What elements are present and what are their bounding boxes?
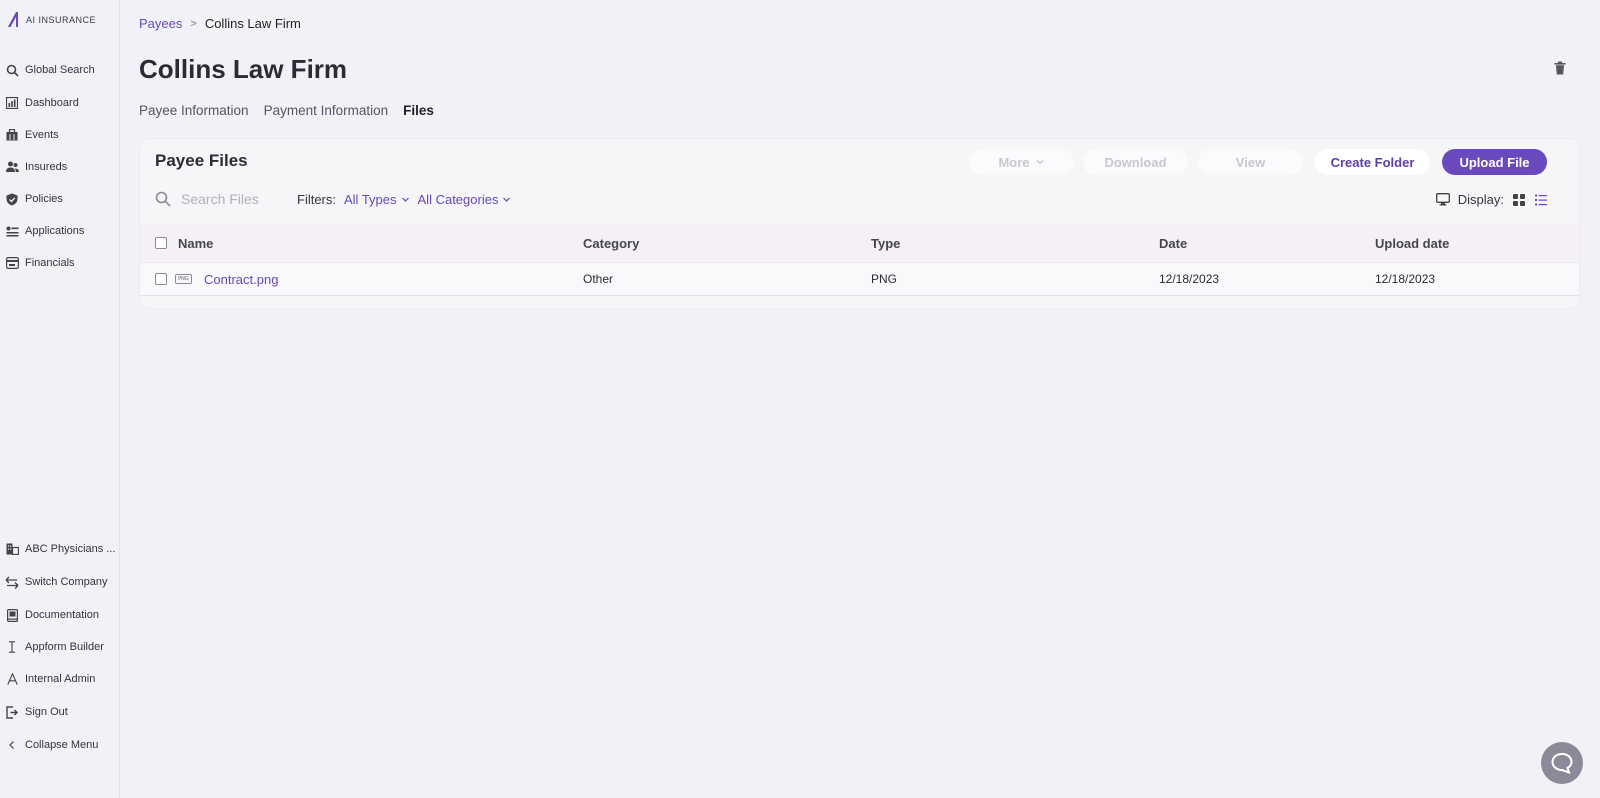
sidebar-item-label: Financials bbox=[25, 257, 75, 269]
book-icon bbox=[5, 608, 19, 622]
applications-icon bbox=[5, 224, 19, 238]
download-button[interactable]: Download bbox=[1083, 149, 1188, 175]
column-header-date[interactable]: Date bbox=[1159, 236, 1187, 251]
sidebar-item-label: ABC Physicians ... bbox=[25, 543, 116, 555]
search-icon bbox=[5, 63, 19, 77]
sidebar-item-global-search[interactable]: Global Search bbox=[0, 58, 119, 82]
display-label: Display: bbox=[1457, 192, 1504, 207]
file-category: Other bbox=[583, 272, 614, 286]
breadcrumb-separator: > bbox=[190, 17, 197, 30]
tab-files[interactable]: Files bbox=[403, 103, 434, 118]
sidebar-item-dashboard[interactable]: Dashboard bbox=[0, 91, 119, 115]
sidebar-item-documentation[interactable]: Documentation bbox=[0, 603, 119, 627]
column-header-type[interactable]: Type bbox=[871, 236, 900, 251]
display-toggle: Display: bbox=[1435, 192, 1548, 207]
app-logo[interactable]: AI INSURANCE bbox=[6, 11, 96, 28]
shield-icon bbox=[5, 192, 19, 206]
sidebar-item-label: Collapse Menu bbox=[25, 739, 99, 751]
sidebar-item-events[interactable]: Events bbox=[0, 123, 119, 147]
page-title: Collins Law Firm bbox=[139, 54, 348, 84]
chevron-down-icon bbox=[1036, 160, 1043, 165]
png-file-icon: PNG bbox=[175, 274, 192, 284]
breadcrumb-link-payees[interactable]: Payees bbox=[139, 16, 182, 31]
grid-view-icon[interactable] bbox=[1512, 193, 1526, 207]
sidebar-item-internal-admin[interactable]: Internal Admin bbox=[0, 667, 119, 691]
file-name-link[interactable]: Contract.png bbox=[204, 272, 278, 287]
tab-bar: Payee Information Payment Information Fi… bbox=[139, 103, 434, 118]
sidebar-item-label: Appform Builder bbox=[25, 641, 104, 653]
tab-payee-information[interactable]: Payee Information bbox=[139, 103, 249, 118]
monitor-icon bbox=[1435, 193, 1450, 206]
sidebar-item-insureds[interactable]: Insureds bbox=[0, 155, 119, 179]
sidebar-item-label: Global Search bbox=[25, 64, 95, 76]
more-button[interactable]: More bbox=[969, 149, 1074, 175]
search-icon bbox=[155, 191, 171, 207]
sidebar: AI INSURANCE Global Search Dashboard Eve… bbox=[0, 0, 120, 798]
sign-out-icon bbox=[5, 705, 19, 719]
chevron-down-icon bbox=[503, 197, 511, 202]
chat-icon bbox=[1551, 752, 1573, 774]
file-date: 12/18/2023 bbox=[1159, 272, 1220, 286]
create-folder-button[interactable]: Create Folder bbox=[1315, 149, 1430, 175]
sidebar-item-policies[interactable]: Policies bbox=[0, 187, 119, 211]
insureds-icon bbox=[5, 160, 19, 174]
sidebar-item-switch-company[interactable]: Switch Company bbox=[0, 570, 119, 594]
trash-icon[interactable] bbox=[1553, 61, 1567, 75]
sidebar-item-label: Sign Out bbox=[25, 706, 68, 718]
filters: Filters: All Types All Categories bbox=[297, 192, 511, 207]
chat-button[interactable] bbox=[1541, 742, 1583, 784]
sidebar-item-label: Documentation bbox=[25, 609, 99, 621]
select-all-checkbox[interactable] bbox=[155, 237, 167, 249]
filter-categories-dropdown[interactable]: All Categories bbox=[418, 192, 512, 207]
breadcrumb: Payees > Collins Law Firm bbox=[139, 16, 301, 31]
sidebar-item-appform-builder[interactable]: Appform Builder bbox=[0, 635, 119, 659]
sidebar-item-financials[interactable]: Financials bbox=[0, 251, 119, 275]
search-box[interactable] bbox=[155, 191, 281, 207]
sidebar-item-label: Insureds bbox=[25, 161, 68, 173]
breadcrumb-current: Collins Law Firm bbox=[204, 16, 301, 31]
sidebar-item-company[interactable]: ABC Physicians ... bbox=[0, 537, 119, 561]
list-view-icon[interactable] bbox=[1534, 193, 1548, 207]
filter-types-dropdown[interactable]: All Types bbox=[344, 192, 410, 207]
sidebar-item-label: Policies bbox=[25, 193, 63, 205]
view-button[interactable]: View bbox=[1198, 149, 1303, 175]
sidebar-item-label: Events bbox=[25, 129, 59, 141]
card-title: Payee Files bbox=[155, 151, 248, 170]
logo-text: AI INSURANCE bbox=[26, 14, 97, 25]
sidebar-item-label: Internal Admin bbox=[25, 673, 96, 685]
file-type: PNG bbox=[871, 272, 898, 286]
sidebar-item-label: Applications bbox=[25, 225, 85, 237]
sidebar-item-applications[interactable]: Applications bbox=[0, 219, 119, 243]
dashboard-icon bbox=[5, 96, 19, 110]
company-icon bbox=[5, 542, 19, 556]
more-button-label: More bbox=[998, 154, 1030, 170]
column-header-name[interactable]: Name bbox=[178, 236, 213, 251]
filter-types-value: All Types bbox=[344, 192, 397, 207]
filter-categories-value: All Categories bbox=[417, 192, 499, 207]
files-card: Payee Files More Download View Create Fo… bbox=[139, 138, 1580, 309]
sidebar-item-collapse-menu[interactable]: Collapse Menu bbox=[0, 733, 119, 757]
events-icon bbox=[5, 128, 19, 142]
text-cursor-icon bbox=[5, 640, 19, 654]
column-header-upload-date[interactable]: Upload date bbox=[1375, 236, 1449, 251]
sidebar-item-label: Switch Company bbox=[25, 576, 108, 588]
upload-file-button[interactable]: Upload File bbox=[1442, 149, 1547, 175]
chevron-down-icon bbox=[401, 197, 409, 202]
sidebar-item-sign-out[interactable]: Sign Out bbox=[0, 700, 119, 724]
filters-label: Filters: bbox=[297, 192, 336, 207]
sidebar-item-label: Dashboard bbox=[25, 97, 79, 109]
row-checkbox[interactable] bbox=[155, 273, 167, 285]
chevron-left-icon bbox=[5, 738, 19, 752]
search-input[interactable] bbox=[181, 191, 281, 207]
admin-icon bbox=[5, 672, 19, 686]
tab-payment-information[interactable]: Payment Information bbox=[264, 103, 389, 118]
financials-icon bbox=[5, 256, 19, 270]
table-header: Name Category Type Date Upload date bbox=[140, 225, 1579, 261]
table-row[interactable]: PNG Contract.png Other PNG 12/18/2023 12… bbox=[140, 262, 1579, 296]
column-header-category[interactable]: Category bbox=[583, 236, 639, 251]
switch-icon bbox=[5, 575, 19, 589]
logo-icon bbox=[8, 12, 18, 27]
file-upload-date: 12/18/2023 bbox=[1375, 272, 1436, 286]
